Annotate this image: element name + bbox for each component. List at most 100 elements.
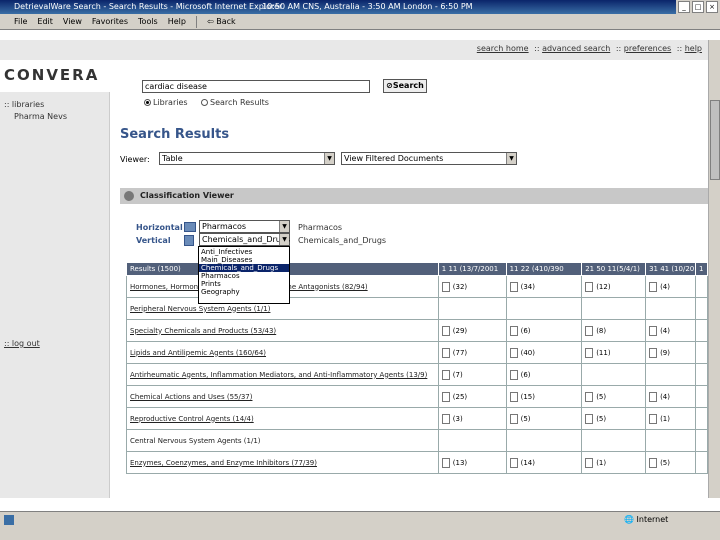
count-cell[interactable]: (34) [505, 275, 583, 298]
dropdown-option[interactable]: Anti_Infectives [199, 248, 289, 256]
logout-link[interactable]: :: log out [4, 339, 40, 348]
row-label-link[interactable]: Enzymes, Coenzymes, and Enzyme Inhibitor… [126, 451, 439, 474]
document-icon[interactable] [649, 413, 658, 424]
menu-favorites[interactable]: Favorites [92, 17, 128, 26]
sidebar-item-pharma[interactable]: Pharma Nevs [14, 112, 67, 121]
count-cell[interactable]: (77) [437, 341, 507, 364]
count-cell[interactable]: (15) [505, 385, 583, 408]
menu-help[interactable]: Help [168, 17, 186, 26]
search-input[interactable]: cardiac disease [142, 80, 370, 93]
viewer-select[interactable]: Table ▼ [159, 152, 335, 165]
link-search-home[interactable]: search home [477, 44, 529, 53]
row-label-link[interactable]: Antirheumatic Agents, Inflammation Media… [126, 363, 439, 386]
document-icon[interactable] [649, 325, 658, 336]
count-cell[interactable]: (14) [505, 451, 583, 474]
menu-file[interactable]: File [14, 17, 27, 26]
count-cell[interactable]: (7) [437, 363, 507, 386]
document-icon[interactable] [585, 347, 594, 358]
document-icon[interactable] [441, 281, 450, 292]
row-label-link[interactable]: Chemical Actions and Uses (55/37) [126, 385, 439, 408]
header-col-1[interactable]: 1 11 (13/7/2001 [437, 262, 507, 276]
count-cell[interactable]: (5) [581, 385, 647, 408]
maximize-icon[interactable]: □ [692, 1, 704, 13]
dropdown-option-selected[interactable]: Chemicals_and_Drugs [199, 264, 289, 272]
filter-select[interactable]: View Filtered Documents ▼ [341, 152, 517, 165]
radio-search-results[interactable]: Search Results [201, 98, 269, 107]
row-label-link[interactable]: Central Nervous System Agents (1/1) [126, 429, 439, 452]
document-icon[interactable] [441, 457, 450, 468]
link-advanced-search[interactable]: advanced search [542, 44, 610, 53]
count-cell[interactable]: (4) [645, 319, 697, 342]
count-cell[interactable]: (6) [505, 363, 583, 386]
document-icon[interactable] [509, 347, 518, 358]
document-icon[interactable] [585, 281, 594, 292]
count-cell[interactable]: (5) [645, 451, 697, 474]
document-icon[interactable] [649, 347, 658, 358]
document-icon[interactable] [509, 281, 518, 292]
menu-edit[interactable]: Edit [37, 17, 53, 26]
count-cell[interactable]: (1) [581, 451, 647, 474]
count-cell[interactable]: (4) [645, 275, 697, 298]
document-icon[interactable] [441, 369, 450, 380]
header-col-5[interactable]: 1 [695, 262, 708, 276]
dropdown-option[interactable]: Prints [199, 280, 289, 288]
scrollbar-thumb[interactable] [710, 100, 720, 180]
row-label-link[interactable]: Specialty Chemicals and Products (53/43) [126, 319, 439, 342]
link-preferences[interactable]: preferences [624, 44, 671, 53]
document-icon[interactable] [649, 281, 658, 292]
link-help[interactable]: help [685, 44, 702, 53]
document-icon[interactable] [585, 457, 594, 468]
document-icon[interactable] [441, 347, 450, 358]
count-cell[interactable]: (5) [505, 407, 583, 430]
dropdown-option[interactable]: Pharmacos [199, 272, 289, 280]
dropdown-option[interactable]: Geography [199, 288, 289, 296]
menu-tools[interactable]: Tools [138, 17, 158, 26]
count-cell[interactable]: (5) [581, 407, 647, 430]
vertical-scrollbar[interactable] [708, 40, 720, 498]
document-icon[interactable] [585, 325, 594, 336]
collapse-icon[interactable] [124, 191, 134, 201]
menu-view[interactable]: View [63, 17, 82, 26]
count-cell[interactable]: (1) [645, 407, 697, 430]
radio-libraries[interactable]: Libraries [144, 98, 188, 107]
back-button[interactable]: ⇦ Back [207, 17, 236, 26]
header-col-4[interactable]: 31 41 (10/20 [645, 262, 697, 276]
document-icon[interactable] [441, 413, 450, 424]
count-cell[interactable]: (40) [505, 341, 583, 364]
count-cell[interactable]: (32) [437, 275, 507, 298]
document-icon[interactable] [649, 457, 658, 468]
row-label-link[interactable]: Reproductive Control Agents (14/4) [126, 407, 439, 430]
vertical-select[interactable]: Chemicals_and_Drugs ▼ [199, 233, 290, 246]
sidebar-libraries[interactable]: :: libraries [4, 100, 44, 109]
header-col-3[interactable]: 21 50 11(5/4/1) [581, 262, 647, 276]
count-cell[interactable]: (12) [581, 275, 647, 298]
row-label-link[interactable]: Lipids and Antilipemic Agents (160/64) [126, 341, 439, 364]
document-icon[interactable] [441, 391, 450, 402]
count-cell[interactable]: (8) [581, 319, 647, 342]
minimize-icon[interactable]: _ [678, 1, 690, 13]
close-icon[interactable]: × [706, 1, 718, 13]
count-cell[interactable]: (9) [645, 341, 697, 364]
count-cell[interactable]: (4) [645, 385, 697, 408]
dropdown-option[interactable]: Main_Diseases [199, 256, 289, 264]
horizontal-select[interactable]: Pharmacos ▼ [199, 220, 290, 233]
document-icon[interactable] [509, 413, 518, 424]
count-cell[interactable]: (25) [437, 385, 507, 408]
document-icon[interactable] [585, 413, 594, 424]
count-cell[interactable]: (13) [437, 451, 507, 474]
classification-viewer-bar[interactable]: Classification Viewer [120, 188, 708, 204]
document-icon[interactable] [441, 325, 450, 336]
count-cell[interactable]: (6) [505, 319, 583, 342]
document-icon[interactable] [585, 391, 594, 402]
document-icon[interactable] [509, 391, 518, 402]
search-button[interactable]: ⊘Search [383, 79, 427, 93]
document-icon[interactable] [509, 325, 518, 336]
document-icon[interactable] [509, 457, 518, 468]
count-cell[interactable]: (11) [581, 341, 647, 364]
count-cell[interactable]: (29) [437, 319, 507, 342]
document-icon[interactable] [509, 369, 518, 380]
count-cell[interactable]: (3) [437, 407, 507, 430]
horizontal-display: Pharmacos [298, 223, 343, 232]
document-icon[interactable] [649, 391, 658, 402]
header-col-2[interactable]: 11 22 (410/390 [505, 262, 583, 276]
